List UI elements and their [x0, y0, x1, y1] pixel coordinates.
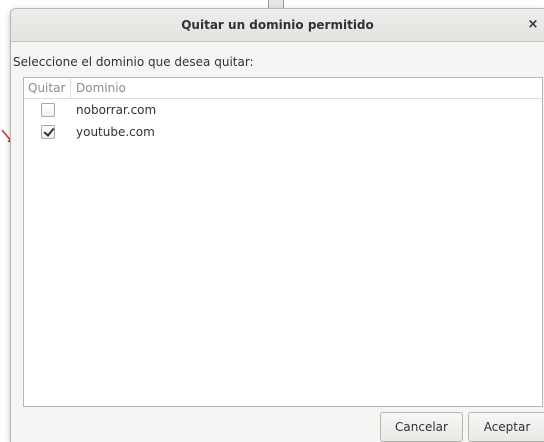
list-header: Quitar Dominio	[24, 78, 542, 99]
remove-domain-dialog: Quitar un dominio permitido × Seleccione…	[10, 8, 544, 442]
background-window-edge	[268, 0, 284, 8]
remove-checkbox-noborrar[interactable]	[41, 103, 55, 117]
remove-checkbox-youtube[interactable]	[41, 125, 55, 139]
cancel-button[interactable]: Cancelar	[380, 412, 463, 442]
domain-label: youtube.com	[76, 125, 155, 139]
list-item[interactable]: youtube.com	[24, 121, 542, 143]
dialog-title: Quitar un dominio permitido	[181, 18, 374, 32]
dialog-prompt: Seleccione el dominio que desea quitar:	[13, 55, 254, 69]
column-header-remove[interactable]: Quitar	[28, 81, 65, 95]
column-divider	[70, 78, 71, 99]
domain-label: noborrar.com	[76, 103, 157, 117]
dialog-titlebar: Quitar un dominio permitido ×	[11, 9, 544, 42]
list-item[interactable]: noborrar.com	[24, 99, 542, 121]
domain-list: Quitar Dominio noborrar.com youtube.com	[23, 77, 543, 407]
accept-button[interactable]: Aceptar	[468, 412, 544, 442]
close-icon[interactable]: ×	[524, 16, 542, 34]
column-header-domain[interactable]: Dominio	[76, 81, 126, 95]
